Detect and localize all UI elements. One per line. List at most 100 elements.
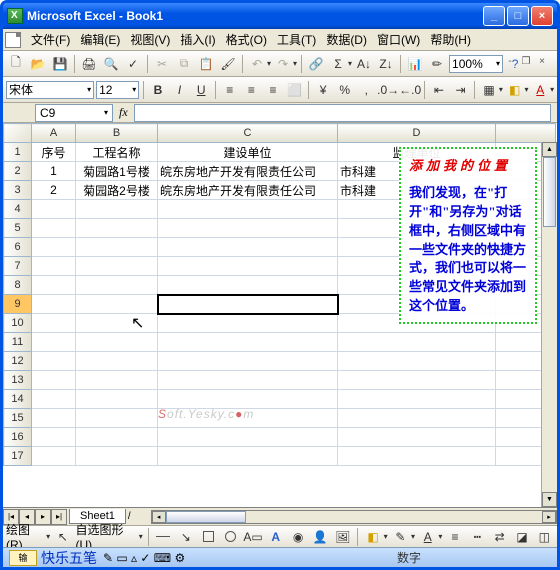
oval-tool[interactable] <box>221 527 240 547</box>
row-header[interactable]: 12 <box>4 352 32 371</box>
ime-icon[interactable]: 输 <box>9 550 37 566</box>
row-header[interactable]: 9 <box>4 295 32 314</box>
copy-button[interactable]: ⧉ <box>174 54 194 74</box>
spell-button[interactable]: ✓ <box>123 54 143 74</box>
tab-last-button[interactable]: ▸| <box>51 509 67 525</box>
sort-desc-button[interactable]: Z↓ <box>376 54 396 74</box>
line-tool[interactable] <box>154 527 173 547</box>
cell[interactable]: 皖东房地产开发有限责任公司 <box>158 181 338 200</box>
fill-color-button[interactable]: ◧ <box>505 80 525 100</box>
dec-indent-button[interactable]: ⇤ <box>429 80 449 100</box>
redo-button[interactable]: ↷ <box>273 54 293 74</box>
menu-edit[interactable]: 编辑(E) <box>76 29 124 50</box>
row-header[interactable]: 5 <box>4 219 32 238</box>
fill-color-tool[interactable]: ◧ <box>363 527 382 547</box>
align-center-button[interactable]: ≡ <box>242 80 262 100</box>
row-header[interactable]: 11 <box>4 333 32 352</box>
hscroll-thumb[interactable] <box>166 511 246 523</box>
scroll-up-button[interactable]: ▲ <box>542 142 557 157</box>
underline-button[interactable]: U <box>191 80 211 100</box>
size-combo[interactable]: 12▾ <box>96 81 139 99</box>
hyperlink-button[interactable]: 🔗 <box>306 54 326 74</box>
print-button[interactable]: 🖨 <box>79 54 99 74</box>
row-header[interactable]: 16 <box>4 428 32 447</box>
col-header-e[interactable] <box>496 124 556 143</box>
paste-button[interactable]: 📋 <box>196 54 216 74</box>
comma-button[interactable]: , <box>357 80 377 100</box>
percent-button[interactable]: % <box>335 80 355 100</box>
scroll-left-button[interactable]: ◂ <box>152 511 166 523</box>
row-header[interactable]: 10 <box>4 314 32 333</box>
col-header-c[interactable]: C <box>158 124 338 143</box>
menu-tools[interactable]: 工具(T) <box>273 29 320 50</box>
dec-decimal-button[interactable]: ←.0 <box>400 80 420 100</box>
font-color-tool[interactable]: A <box>418 527 437 547</box>
bold-button[interactable]: B <box>148 80 168 100</box>
menu-file[interactable]: 文件(F) <box>27 29 74 50</box>
row-header[interactable]: 8 <box>4 276 32 295</box>
cell[interactable]: 1 <box>32 162 76 181</box>
open-button[interactable]: 📂 <box>28 54 48 74</box>
chart-button[interactable]: 📊 <box>405 54 425 74</box>
save-button[interactable]: 💾 <box>50 54 70 74</box>
cell[interactable]: 序号 <box>32 143 76 162</box>
preview-button[interactable]: 🔍 <box>101 54 121 74</box>
row-header[interactable]: 2 <box>4 162 32 181</box>
document-icon[interactable] <box>5 32 21 48</box>
worksheet-area[interactable]: A B C D 1 序号 工程名称 建设单位 监理单位 2 1 菊园路1号楼 皖… <box>3 123 557 507</box>
undo-button[interactable]: ↶ <box>247 54 267 74</box>
line-style-tool[interactable]: ≡ <box>445 527 464 547</box>
cell[interactable]: 皖东房地产开发有限责任公司 <box>158 162 338 181</box>
arrow-tool[interactable]: ↘ <box>176 527 195 547</box>
mdi-close[interactable]: × <box>535 55 549 67</box>
cut-button[interactable]: ✂ <box>152 54 172 74</box>
row-header[interactable]: 14 <box>4 390 32 409</box>
3d-tool[interactable]: ◫ <box>535 527 554 547</box>
mdi-restore[interactable]: ❐ <box>519 55 533 67</box>
maximize-button[interactable]: □ <box>507 6 529 26</box>
row-header[interactable]: 15 <box>4 409 32 428</box>
picture-tool[interactable]: 🖼 <box>333 527 352 547</box>
clipart-tool[interactable]: 👤 <box>311 527 330 547</box>
horizontal-scrollbar[interactable]: ◂ ▸ <box>151 510 557 524</box>
cell[interactable]: 工程名称 <box>76 143 158 162</box>
format-painter-button[interactable]: 🖌 <box>218 54 238 74</box>
col-header-d[interactable]: D <box>338 124 496 143</box>
currency-button[interactable]: ¥ <box>313 80 333 100</box>
align-left-button[interactable]: ≡ <box>220 80 240 100</box>
italic-button[interactable]: I <box>170 80 190 100</box>
sort-asc-button[interactable]: A↓ <box>354 54 374 74</box>
menu-format[interactable]: 格式(O) <box>222 29 271 50</box>
active-cell[interactable] <box>158 295 338 314</box>
sum-button[interactable]: Σ <box>328 54 348 74</box>
select-objects-button[interactable]: ↖ <box>53 527 72 547</box>
diagram-tool[interactable]: ◉ <box>288 527 307 547</box>
textbox-tool[interactable]: A▭ <box>243 527 263 547</box>
scroll-right-button[interactable]: ▸ <box>542 511 556 523</box>
line-color-tool[interactable]: ✎ <box>391 527 410 547</box>
menu-view[interactable]: 视图(V) <box>126 29 174 50</box>
row-header[interactable]: 3 <box>4 181 32 200</box>
col-header-b[interactable]: B <box>76 124 158 143</box>
font-color-button[interactable]: A <box>530 80 550 100</box>
minimize-button[interactable]: _ <box>483 6 505 26</box>
row-header[interactable]: 6 <box>4 238 32 257</box>
mdi-minimize[interactable]: - <box>503 55 517 67</box>
inc-indent-button[interactable]: ⇥ <box>451 80 471 100</box>
row-header[interactable]: 13 <box>4 371 32 390</box>
row-header[interactable]: 1 <box>4 143 32 162</box>
new-button[interactable]: 🗋 <box>6 54 26 74</box>
close-button[interactable]: × <box>531 6 553 26</box>
cell[interactable]: 2 <box>32 181 76 200</box>
scroll-down-button[interactable]: ▼ <box>542 492 557 507</box>
cell[interactable]: 菊园路2号楼 <box>76 181 158 200</box>
formula-input[interactable] <box>134 104 551 122</box>
borders-button[interactable]: ▦ <box>479 80 499 100</box>
vertical-scrollbar[interactable]: ▲ ▼ <box>541 142 557 507</box>
row-header[interactable]: 4 <box>4 200 32 219</box>
name-box[interactable]: C9▾ <box>35 104 113 122</box>
wordart-tool[interactable]: A <box>266 527 285 547</box>
dash-style-tool[interactable]: ┅ <box>468 527 487 547</box>
shadow-tool[interactable]: ◪ <box>512 527 531 547</box>
scroll-thumb[interactable] <box>543 157 556 227</box>
